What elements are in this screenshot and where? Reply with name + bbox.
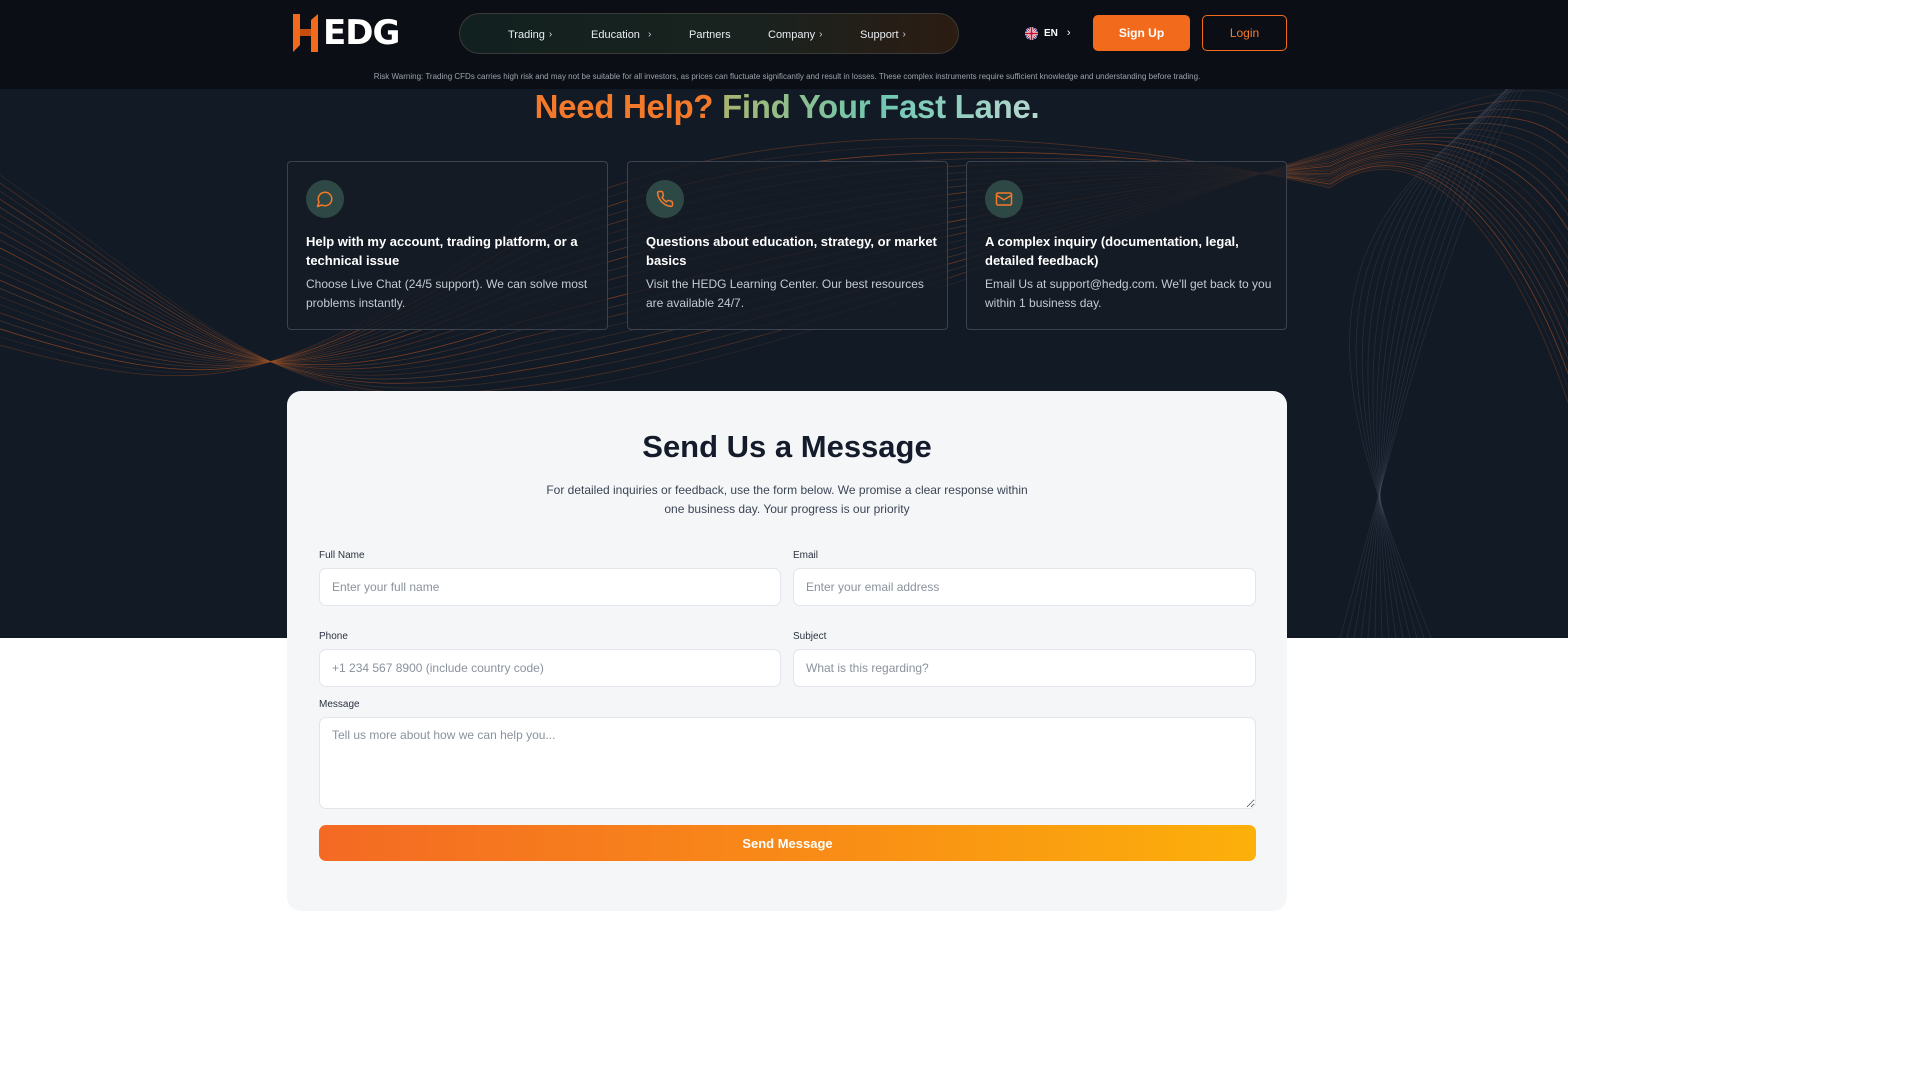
card-title: Questions about education, strategy, or … [646,234,937,268]
wave-line [1349,110,1496,638]
hero-title-part1: Need Help? [534,88,714,125]
card-body: Choose Live Chat (24/5 support). We can … [306,277,588,310]
mail-icon [985,180,1023,218]
uk-flag-icon [1025,26,1038,40]
logo-h-mark-icon [293,14,318,52]
language-code: EN [1044,27,1058,39]
phone-input[interactable] [319,649,781,687]
subject-input[interactable] [793,649,1256,687]
nav-trading-label: Trading [508,28,545,41]
risk-warning: Risk Warning: Trading CFDs carries high … [373,72,1201,81]
card-title: Help with my account, trading platform, … [306,234,578,268]
wave-line [1379,68,1530,638]
language-selector[interactable]: EN › [1025,24,1071,42]
nav-partners-label: Partners [689,28,731,41]
nav-company[interactable]: Company › [768,14,822,55]
message-label: Message [319,699,360,710]
contact-form-card: Send Us a Message For detailed inquiries… [287,391,1287,911]
nav-education[interactable]: Education › [591,14,651,55]
chevron-right-icon: › [647,29,652,40]
top-navigation-bar: EDG Trading › Education › Partners Compa… [0,0,1568,89]
full-name-label: Full Name [319,550,365,561]
phone-label: Phone [319,631,348,642]
nav-support-label: Support [860,28,899,41]
nav-partners[interactable]: Partners [689,14,731,55]
email-label: Email [793,550,819,561]
hedg-logo[interactable]: EDG [291,12,400,54]
subject-label: Subject [793,631,827,642]
chevron-right-icon: › [1066,27,1071,39]
logo-wordmark: EDG [323,13,400,53]
help-card-education: Questions about education, strategy, or … [627,161,948,330]
card-title: A complex inquiry (documentation, legal,… [985,234,1239,268]
full-name-input[interactable] [319,568,781,606]
nav-education-label: Education [591,28,640,41]
hero-title: Need Help? Find Your Fast Lane. [0,88,1574,126]
main-nav: Trading › Education › Partners Company ›… [459,13,959,54]
nav-company-label: Company [768,28,816,41]
phone-icon [646,180,684,218]
form-title: Send Us a Message [642,429,932,464]
card-body: Visit the HEDG Learning Center. Our best… [646,277,924,310]
email-input[interactable] [793,568,1256,606]
sign-up-button[interactable]: Sign Up [1093,15,1190,51]
login-button[interactable]: Login [1202,15,1287,51]
help-card-account: Help with my account, trading platform, … [287,161,608,330]
nav-support[interactable]: Support › [860,14,906,55]
message-textarea[interactable] [319,717,1256,809]
chevron-right-icon: › [902,29,906,40]
nav-trading[interactable]: Trading › [508,14,552,55]
chat-bubble-icon [306,180,344,218]
send-message-button[interactable]: Send Message [319,825,1256,861]
chevron-right-icon: › [548,29,553,40]
form-subtitle: For detailed inquiries or feedback, use … [546,483,1028,516]
help-card-email: A complex inquiry (documentation, legal,… [966,161,1287,330]
card-body: Email Us at support@hedg.com. We'll get … [985,277,1272,310]
hero-title-part2: Find Your Fast Lane. [722,88,1040,125]
chevron-right-icon: › [819,29,823,40]
